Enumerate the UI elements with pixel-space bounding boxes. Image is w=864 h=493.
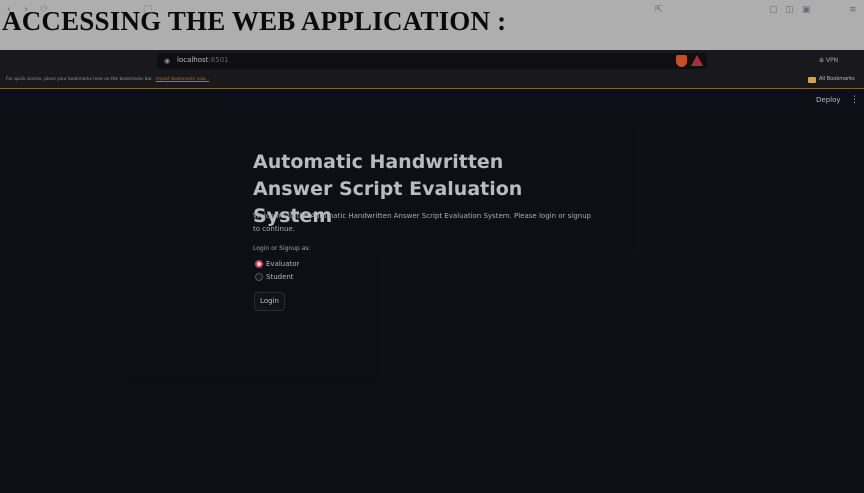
login-button[interactable]: Login bbox=[254, 292, 285, 311]
url-host: localhost bbox=[177, 56, 209, 64]
radio-selected-icon[interactable] bbox=[255, 260, 263, 268]
url-text[interactable]: localhost:8501 bbox=[177, 56, 229, 65]
bookmarks-hint-text: For quick access, place your bookmarks h… bbox=[6, 77, 153, 82]
radio-option-label: Evaluator bbox=[266, 260, 300, 268]
forward-icon[interactable]: › bbox=[24, 4, 28, 16]
radio-option-label: Student bbox=[266, 273, 294, 281]
brave-rewards-icon[interactable] bbox=[691, 55, 703, 66]
wallet-icon[interactable]: ▣ bbox=[802, 4, 811, 16]
site-info-icon[interactable]: ◉ bbox=[164, 55, 170, 67]
bookmarks-hint: For quick access, place your bookmarks h… bbox=[6, 77, 209, 83]
document-heading: ACCESSING THE WEB APPLICATION : bbox=[2, 6, 507, 36]
deploy-button[interactable]: Deploy bbox=[816, 96, 841, 105]
all-bookmarks-button[interactable]: All Bookmarks bbox=[819, 76, 855, 83]
back-icon[interactable]: ‹ bbox=[7, 4, 11, 16]
brave-shields-icon[interactable] bbox=[676, 55, 687, 67]
address-bar[interactable] bbox=[157, 53, 707, 69]
url-port: :8501 bbox=[208, 56, 229, 64]
folder-icon bbox=[808, 77, 816, 83]
extensions-icon[interactable]: ▢ bbox=[769, 4, 778, 16]
role-radio-label: Login or Signup as: bbox=[253, 245, 311, 252]
bookmark-icon[interactable]: ⬚ bbox=[143, 4, 152, 16]
vpn-button[interactable]: ⊕ VPN bbox=[819, 57, 838, 65]
document-header: ACCESSING THE WEB APPLICATION : bbox=[0, 0, 864, 50]
radio-unselected-icon[interactable] bbox=[255, 273, 263, 281]
import-bookmarks-link[interactable]: Import bookmarks now... bbox=[156, 77, 209, 82]
reload-icon[interactable]: ⟳ bbox=[40, 4, 48, 16]
share-icon[interactable]: ⇱ bbox=[655, 4, 663, 16]
app-menu-icon[interactable]: ⋮ bbox=[850, 95, 859, 105]
sidebar-icon[interactable]: ◫ bbox=[785, 4, 794, 16]
welcome-text: Welcome to the Automatic Handwritten Ans… bbox=[253, 212, 591, 233]
browser-menu-icon[interactable]: ≡ bbox=[849, 4, 857, 16]
